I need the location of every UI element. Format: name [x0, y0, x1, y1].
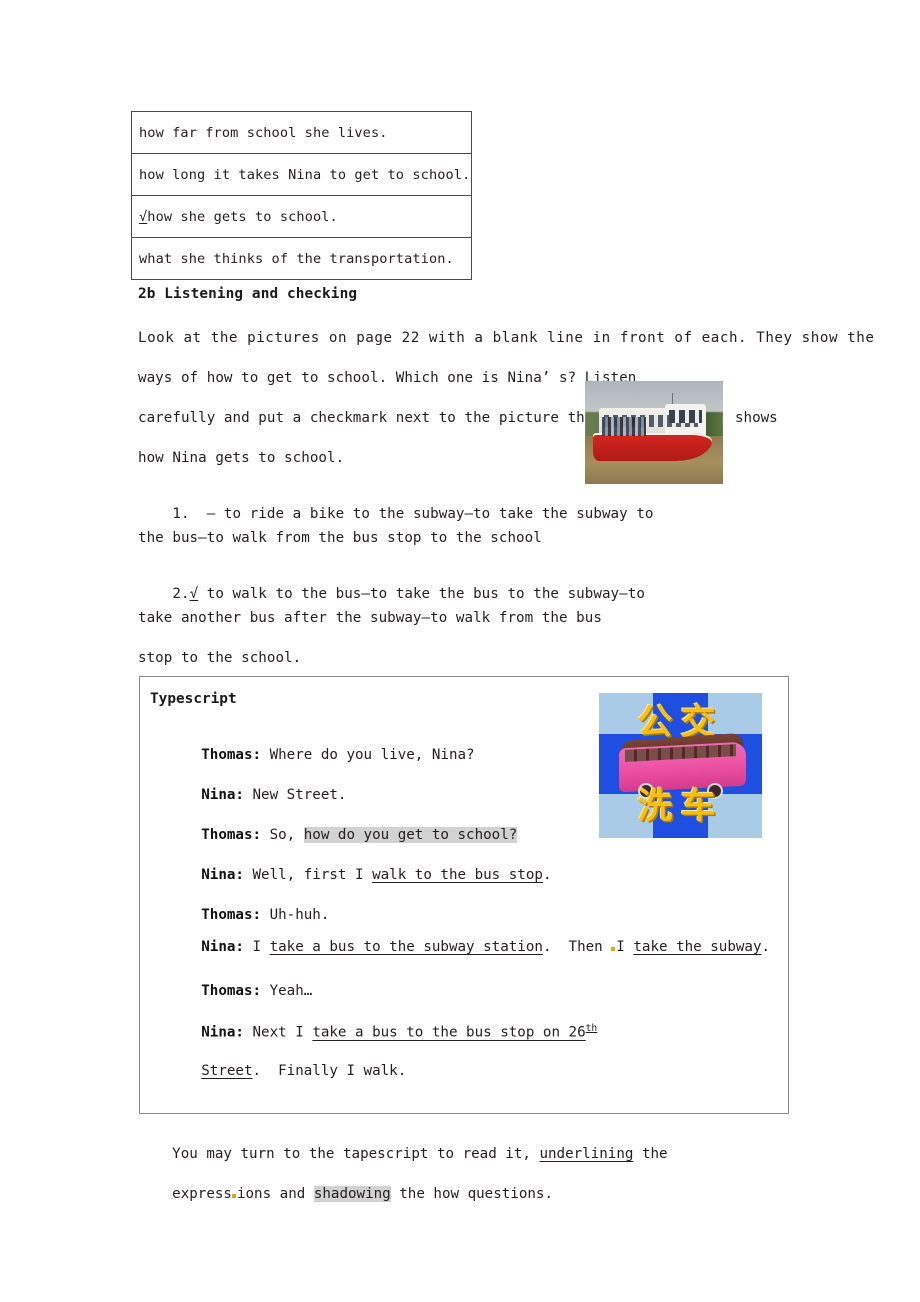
option-text-1: how far from school she lives. — [139, 124, 388, 141]
item-1-number: 1. — [172, 506, 190, 522]
table-cell: how long it takes Nina to get to school. — [131, 153, 472, 196]
item-2-line-2: take another bus after the subway—to wal… — [138, 610, 602, 626]
underlined-street: Street — [201, 1063, 253, 1079]
dialogue-text: So, — [261, 827, 304, 843]
underlined-phrase: walk to the bus stop — [372, 867, 543, 883]
dialogue-text-end: . — [542, 867, 552, 883]
table-row: how long it takes Nina to get to school. — [131, 153, 472, 196]
item-2-line-1: to walk to the bus—to take the bus to th… — [198, 586, 645, 602]
intro-line-3-tail: shows — [735, 410, 778, 426]
closing-text-mid: ions and — [236, 1186, 314, 1202]
shadowing-word: shadowing — [313, 1186, 391, 1202]
table-cell: how far from school she lives. — [131, 111, 472, 154]
typescript-title: Typescript — [150, 691, 237, 707]
closing-text-end: the how questions. — [390, 1186, 554, 1202]
speaker-name: Thomas: — [201, 827, 262, 843]
item-2-line-3: stop to the school. — [138, 650, 302, 666]
speaker-name: Thomas: — [201, 907, 262, 923]
speaker-name: Thomas: — [201, 747, 262, 763]
table-row: how far from school she lives. — [131, 111, 472, 154]
speaker-name: Nina: — [201, 1024, 244, 1041]
speaker-name: Nina: — [201, 867, 244, 883]
options-table: how far from school she lives. how long … — [131, 111, 472, 280]
edit-marker-icon — [231, 1194, 236, 1198]
option-text-3: how she gets to school. — [147, 208, 338, 225]
dialogue-text-mid: . Then — [542, 939, 612, 955]
item-2-checkmark-icon: √ — [189, 586, 199, 602]
dialogue-text: Well, first I — [243, 867, 373, 883]
intro-line-3: carefully and put a checkmark next to th… — [138, 410, 602, 426]
document-page: how far from school she lives. how long … — [0, 0, 920, 1302]
dialogue-pronoun: I — [616, 939, 625, 955]
boat-photo — [585, 381, 723, 484]
typescript-box: Typescript 公交 洗车 Thomas: Where do you li… — [139, 676, 789, 1114]
boat-hull — [593, 432, 712, 462]
bus-chinese-bottom: 洗车 — [637, 787, 724, 828]
dialogue-line-6: Nina: I take a bus to the subway station… — [150, 923, 770, 971]
section-heading: 2b Listening and checking — [138, 286, 358, 302]
item-2-number: 2. — [172, 586, 190, 602]
underlining-word: underlining — [539, 1146, 634, 1162]
dialogue-text: Yeah… — [261, 983, 313, 999]
intro-line-1: Look at the pictures on page 22 with a b… — [138, 330, 875, 346]
underlined-phrase: take a bus to the subway station — [269, 939, 543, 955]
closing-line-2: express ions and shadowing the how questi… — [138, 1170, 553, 1218]
item-1-line-1: to ride a bike to the subway—to take the… — [215, 506, 654, 522]
dialogue-text: Uh-huh. — [261, 907, 330, 923]
closing-text-post: the — [633, 1146, 668, 1162]
edit-marker-icon — [611, 947, 616, 951]
table-row: √how she gets to school. — [131, 195, 472, 238]
dialogue-text: New Street. — [243, 787, 347, 803]
speaker-name: Nina: — [201, 787, 244, 803]
ordinal-suffix: th — [585, 1023, 598, 1034]
boat-passengers — [601, 417, 646, 436]
dialogue-text: Next I — [243, 1024, 313, 1041]
option-text-4: what she thinks of the transportation. — [139, 250, 454, 267]
option-text-2: how long it takes Nina to get to school. — [139, 166, 471, 183]
dialogue-line-9: Street. Finally I walk. — [150, 1047, 406, 1095]
dialogue-text: I — [243, 939, 270, 955]
speaker-name: Thomas: — [201, 983, 262, 999]
table-cell: √how she gets to school. — [131, 195, 472, 238]
table-row: what she thinks of the transportation. — [131, 237, 472, 280]
bus-photo: 公交 洗车 — [599, 693, 762, 838]
underlined-phrase-2: take the subway — [633, 939, 762, 955]
intro-line-4: how Nina gets to school. — [138, 450, 345, 466]
dialogue-text-end: . Finally I walk. — [252, 1063, 407, 1079]
boat-front-windows — [669, 409, 703, 424]
closing-text-express: express — [172, 1186, 232, 1202]
dialogue-text-end: . — [761, 939, 771, 955]
closing-text-pre: You may turn to the tapescript to read i… — [172, 1146, 540, 1162]
dialogue-text: Where do you live, Nina? — [261, 747, 475, 763]
intro-line-2: ways of how to get to school. Which one … — [138, 370, 637, 386]
underlined-phrase: take a bus to the bus stop on 26 — [312, 1024, 586, 1041]
item-1-line-2: the bus—to walk from the bus stop to the… — [138, 530, 542, 546]
highlighted-question: how do you get to school? — [303, 827, 518, 843]
table-cell: what she thinks of the transportation. — [131, 237, 472, 280]
speaker-name: Nina: — [201, 939, 244, 955]
